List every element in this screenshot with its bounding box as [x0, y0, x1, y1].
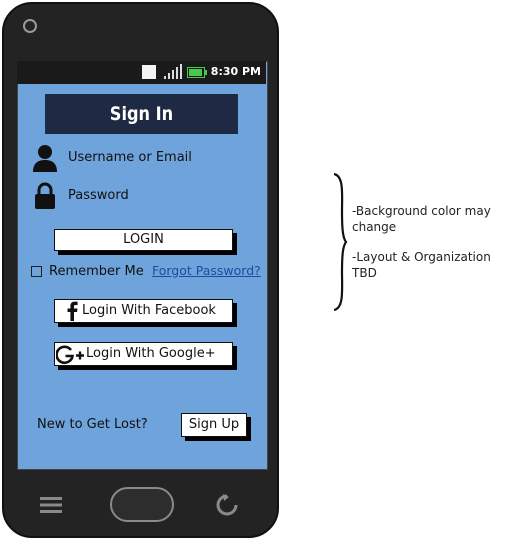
- google-login-button[interactable]: Login With Google+: [54, 342, 233, 366]
- refresh-icon[interactable]: [215, 493, 239, 517]
- remember-me-label: Remember Me: [49, 264, 144, 279]
- status-time: 8:30 PM: [210, 65, 261, 78]
- google-plus-icon: [56, 345, 84, 365]
- home-button[interactable]: [110, 487, 174, 522]
- forgot-password-link[interactable]: Forgot Password?: [152, 263, 261, 278]
- username-field[interactable]: Username or Email: [68, 150, 192, 166]
- facebook-login-button[interactable]: Login With Facebook: [54, 299, 233, 323]
- signal-icon: [164, 64, 182, 79]
- google-button-label: Login With Google+: [86, 346, 216, 361]
- page-title: Sign In: [45, 94, 238, 134]
- annotation-brace: [333, 172, 348, 312]
- password-field[interactable]: Password: [68, 188, 129, 204]
- annotation-note-1: -Background color may change: [352, 204, 491, 234]
- annotation-note-2: -Layout & Organization TBD: [352, 250, 491, 280]
- remember-me-checkbox[interactable]: [31, 266, 42, 277]
- camera-icon: [23, 19, 37, 33]
- user-icon: [33, 145, 57, 172]
- signup-prompt: New to Get Lost?: [37, 417, 148, 432]
- battery-icon: [187, 67, 207, 78]
- wifi-icon: [142, 65, 156, 79]
- menu-icon[interactable]: [40, 496, 62, 514]
- facebook-icon: [67, 301, 78, 321]
- lock-icon: [35, 182, 55, 209]
- signup-button[interactable]: Sign Up: [181, 413, 247, 437]
- login-button[interactable]: LOGIN: [54, 229, 233, 251]
- facebook-button-label: Login With Facebook: [82, 303, 216, 318]
